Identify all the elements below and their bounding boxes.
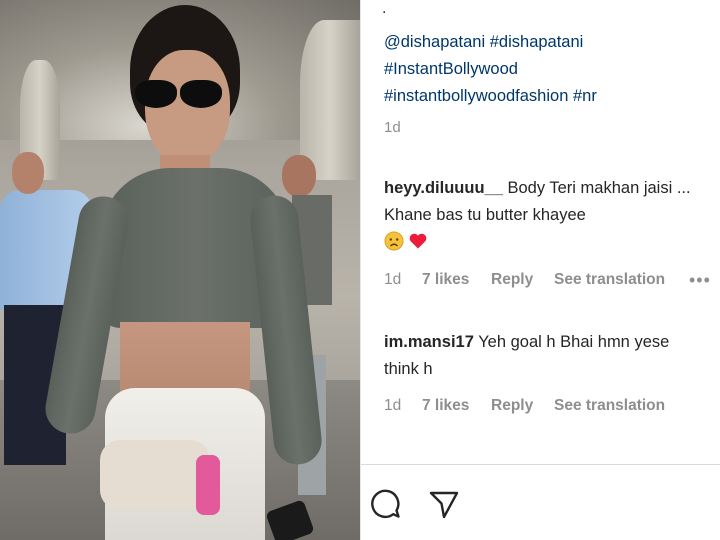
post-photo[interactable]	[0, 0, 360, 540]
see-translation-button[interactable]: See translation	[554, 271, 665, 289]
post-age[interactable]: 1d	[384, 119, 401, 136]
comment-username[interactable]: heyy.diluuuu__	[384, 179, 503, 197]
reply-button[interactable]: Reply	[491, 271, 554, 289]
comment-icon[interactable]	[369, 487, 403, 521]
share-icon[interactable]	[427, 487, 461, 521]
belt-bag	[100, 440, 210, 510]
sunglasses	[135, 80, 177, 108]
see-translation-button[interactable]: See translation	[554, 397, 665, 415]
red-heart-emoji	[409, 233, 427, 249]
comment-likes[interactable]: 7 likes	[422, 271, 491, 289]
caption-hashtag[interactable]: #dishapatani	[490, 33, 584, 51]
reply-button[interactable]: Reply	[491, 397, 554, 415]
caption-dot: .	[382, 0, 387, 17]
comments-panel: . @dishapatani #dishapatani #InstantBoll…	[360, 0, 720, 540]
caption-hashtag[interactable]: #instantbollywoodfashion	[384, 87, 568, 105]
background-person-head	[282, 155, 316, 197]
sad-face-emoji	[384, 231, 404, 251]
comment-age[interactable]: 1d	[384, 397, 422, 415]
more-options-icon[interactable]: •••	[689, 270, 711, 291]
post-caption: @dishapatani #dishapatani #InstantBollyw…	[384, 29, 704, 110]
comment-username[interactable]: im.mansi17	[384, 333, 474, 351]
comment-likes[interactable]: 7 likes	[422, 397, 491, 415]
pink-keychain	[196, 455, 220, 515]
pillar	[300, 20, 360, 180]
comment: heyy.diluuuu__ Body Teri makhan jaisi ..…	[384, 175, 704, 256]
sunglasses	[180, 80, 222, 108]
midriff	[120, 322, 250, 394]
comment-meta: 1d 7 likes Reply See translation	[384, 271, 665, 289]
divider	[361, 464, 720, 465]
comment-meta: 1d 7 likes Reply See translation	[384, 397, 665, 415]
comment: im.mansi17 Yeh goal h Bhai hmn yese thin…	[384, 329, 704, 383]
caption-mention[interactable]: @dishapatani	[384, 33, 485, 51]
caption-hashtag[interactable]: #nr	[573, 87, 597, 105]
comment-age[interactable]: 1d	[384, 271, 422, 289]
caption-hashtag[interactable]: #InstantBollywood	[384, 60, 518, 78]
background-person-head	[12, 152, 44, 194]
